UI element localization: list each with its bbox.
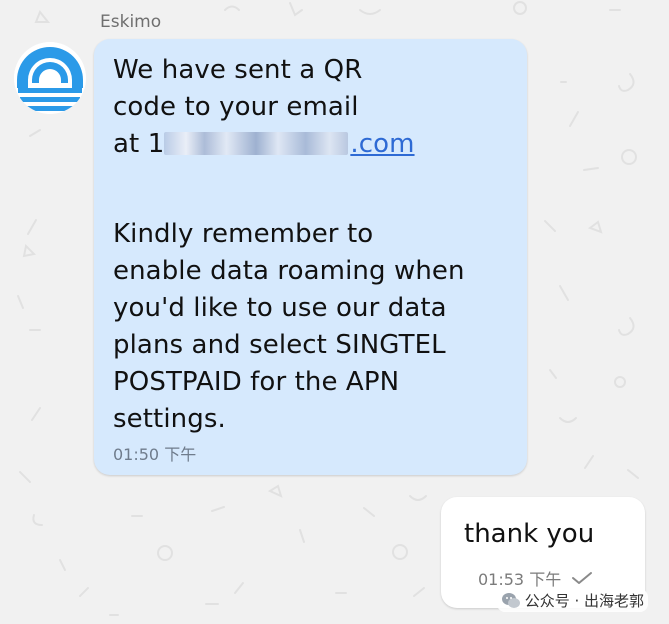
sender-avatar[interactable] [14,42,86,114]
email-link[interactable]: .com [350,126,414,163]
message-line: settings. [113,404,226,434]
message-line: POSTPAID for the APN [113,367,400,397]
watermark: 公众号 · 出海老郭 [496,589,648,612]
incoming-message-text: We have sent a QR code to your email at … [113,52,511,438]
check-icon [572,572,593,584]
wechat-icon [501,592,520,608]
incoming-message-bubble[interactable]: We have sent a QR code to your email at … [94,39,527,475]
message-line: code to your email [113,92,359,122]
outgoing-meta: 01:53 下午 [478,566,593,590]
redacted-email-blur [164,132,349,155]
outgoing-timestamp: 01:53 下午 [478,570,562,589]
watermark-text: 公众号 · 出海老郭 [524,592,644,610]
message-line: We have sent a QR [113,55,363,85]
message-line: Kindly remember to [113,219,374,249]
outgoing-message-text: thank you [464,519,595,549]
incoming-timestamp: 01:50 下午 [113,445,197,464]
message-line: plans and select SINGTEL [113,330,446,360]
eskimo-logo-icon [14,42,86,114]
sender-name: Eskimo [100,12,162,32]
email-prefix-text: at 1 [113,129,165,159]
message-line: enable data roaming when [113,256,465,286]
message-line: you'd like to use our data [113,293,447,323]
email-line: at 1 .com [113,126,511,163]
